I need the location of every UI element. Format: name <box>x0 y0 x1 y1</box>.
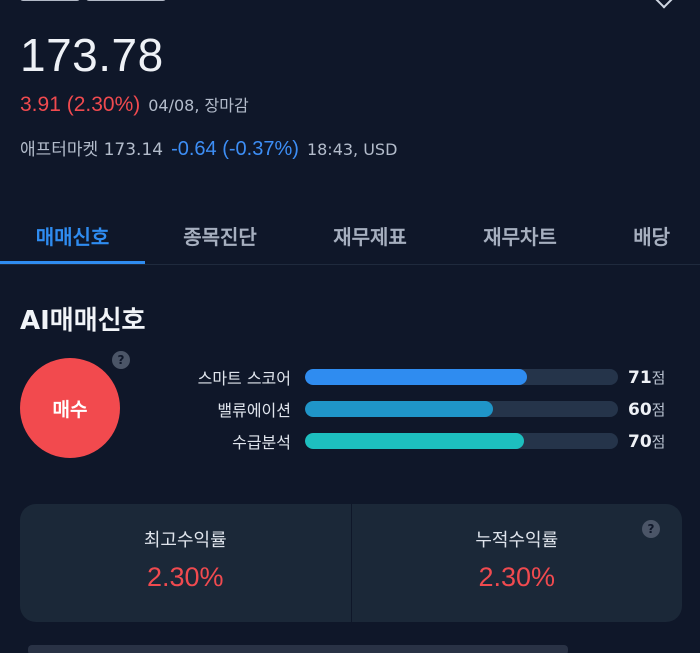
cumulative-return: 누적수익률 2.30% ? <box>350 504 683 622</box>
page-header-cutoff <box>20 0 220 6</box>
question-icon[interactable]: ? <box>112 351 130 369</box>
aftermarket-row: 애프터마켓 173.14 -0.64 (-0.37%) 18:43, USD <box>20 135 397 161</box>
price-change: 3.91 (2.30%) <box>20 93 141 116</box>
metric-label: 스마트 스코어 <box>197 369 291 388</box>
tab-divider <box>0 264 700 265</box>
metric-bar-track <box>305 433 618 449</box>
metric-bar-fill <box>305 433 525 449</box>
question-icon[interactable]: ? <box>642 520 660 538</box>
metric-bar-fill <box>305 401 493 417</box>
metric-score: 60점 <box>628 399 666 420</box>
cumulative-return-label: 누적수익률 <box>475 530 559 551</box>
tab-stock-diagnosis[interactable]: 종목진단 <box>145 212 295 264</box>
current-price: 173.78 <box>20 29 164 81</box>
signal-label: 매수 <box>52 398 88 421</box>
section-title: AI매매신호 <box>20 306 146 336</box>
metric-row-supply-demand: 수급분석 70점 <box>150 429 685 453</box>
metric-label: 수급분석 <box>232 433 291 452</box>
metric-bar-track <box>305 369 618 385</box>
metric-score: 70점 <box>628 431 666 452</box>
metric-label: 밸류에이션 <box>217 401 291 420</box>
tab-financial-charts[interactable]: 재무차트 <box>445 212 595 264</box>
returns-card: 최고수익률 2.30% 누적수익률 2.30% ? <box>20 504 682 622</box>
tab-bar: 매매신호 종목진단 재무제표 재무차트 배당 <box>0 212 700 264</box>
best-return-label: 최고수익률 <box>143 530 227 551</box>
price-change-row: 3.91 (2.30%) 04/08, 장마감 <box>20 92 249 117</box>
metric-row-valuation: 밸류에이션 60점 <box>150 397 685 421</box>
metric-row-smart-score: 스마트 스코어 71점 <box>150 365 685 389</box>
best-return-value: 2.30% <box>146 562 224 592</box>
tab-financial-statements[interactable]: 재무제표 <box>295 212 445 264</box>
signal-badge: 매수 <box>20 358 120 458</box>
best-return: 최고수익률 2.30% <box>20 504 351 622</box>
tab-trading-signal[interactable]: 매매신호 <box>0 212 145 264</box>
market-date-status: 04/08, 장마감 <box>148 96 249 115</box>
chevron-down-icon[interactable] <box>655 0 673 9</box>
aftermarket-price: 애프터마켓 173.14 <box>20 140 164 160</box>
footnote-cutoff <box>28 640 568 653</box>
metric-bar-fill <box>305 369 528 385</box>
metric-bar-track <box>305 401 618 417</box>
cumulative-return-value: 2.30% <box>478 562 556 592</box>
tab-dividend[interactable]: 배당 <box>595 212 700 264</box>
metric-score: 71점 <box>628 367 666 388</box>
aftermarket-change: -0.64 (-0.37%) <box>171 138 299 160</box>
aftermarket-time: 18:43, USD <box>306 140 398 159</box>
